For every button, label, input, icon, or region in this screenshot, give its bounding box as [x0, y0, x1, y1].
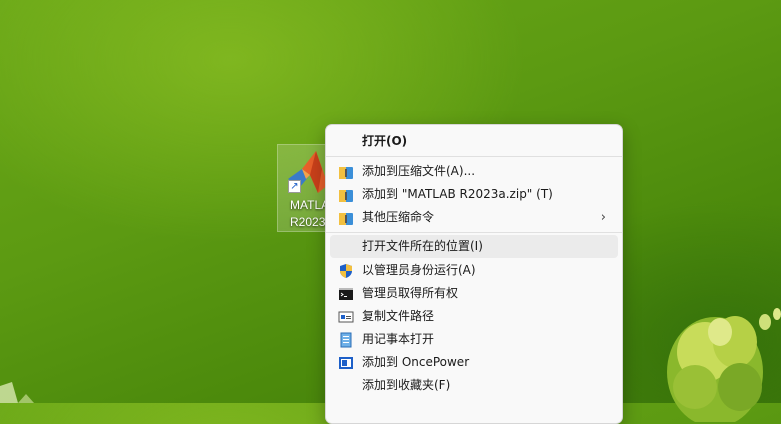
cmd-icon — [339, 288, 353, 300]
archive-icon — [339, 190, 353, 202]
menu-item-add-to-zip[interactable]: 添加到 "MATLAB R2023a.zip" (T) — [330, 183, 618, 206]
menu-item-label: 添加到 "MATLAB R2023a.zip" (T) — [362, 187, 553, 201]
menu-item-run-as-admin[interactable]: 以管理员身份运行(A) — [330, 259, 618, 282]
wallpaper-shape — [0, 382, 34, 403]
shortcut-arrow-icon: ↗ — [288, 180, 301, 193]
menu-item-other-compress[interactable]: 其他压缩命令 › — [330, 206, 618, 229]
menu-item-open[interactable]: 打开(O) — [330, 130, 618, 153]
menu-item-take-ownership[interactable]: 管理员取得所有权 — [330, 282, 618, 305]
menu-separator — [326, 156, 622, 157]
menu-item-copy-path[interactable]: 复制文件路径 — [330, 305, 618, 328]
menu-item-label: 管理员取得所有权 — [362, 286, 459, 300]
chevron-right-icon: › — [600, 210, 606, 225]
menu-item-label: 添加到收藏夹(F) — [362, 378, 451, 392]
menu-item-label: 打开文件所在的位置(I) — [362, 239, 483, 253]
notepad-icon — [340, 332, 352, 348]
menu-separator — [326, 232, 622, 233]
menu-item-add-to-oncepower[interactable]: 添加到 OncePower — [330, 351, 618, 374]
archive-icon — [339, 213, 353, 225]
menu-item-label: 其他压缩命令 — [362, 210, 435, 224]
archive-icon — [339, 167, 353, 179]
menu-item-label: 打开(O) — [362, 134, 408, 148]
menu-item-add-to-favorites[interactable]: 添加到收藏夹(F) — [330, 374, 618, 397]
oncepower-icon — [339, 357, 353, 369]
menu-item-label: 添加到压缩文件(A)... — [362, 164, 476, 178]
uac-shield-icon — [340, 264, 352, 278]
path-copy-icon — [338, 311, 354, 323]
menu-item-label: 以管理员身份运行(A) — [362, 263, 476, 277]
menu-item-label: 添加到 OncePower — [362, 355, 470, 369]
menu-item-add-to-archive[interactable]: 添加到压缩文件(A)... — [330, 160, 618, 183]
menu-item-label: 复制文件路径 — [362, 309, 435, 323]
menu-item-open-with-notepad[interactable]: 用记事本打开 — [330, 328, 618, 351]
menu-item-label: 用记事本打开 — [362, 332, 435, 346]
menu-item-open-file-location[interactable]: 打开文件所在的位置(I) — [330, 235, 618, 258]
context-menu: 打开(O) 添加到压缩文件(A)... 添加到 "MATLAB R2023a.z… — [325, 124, 623, 424]
